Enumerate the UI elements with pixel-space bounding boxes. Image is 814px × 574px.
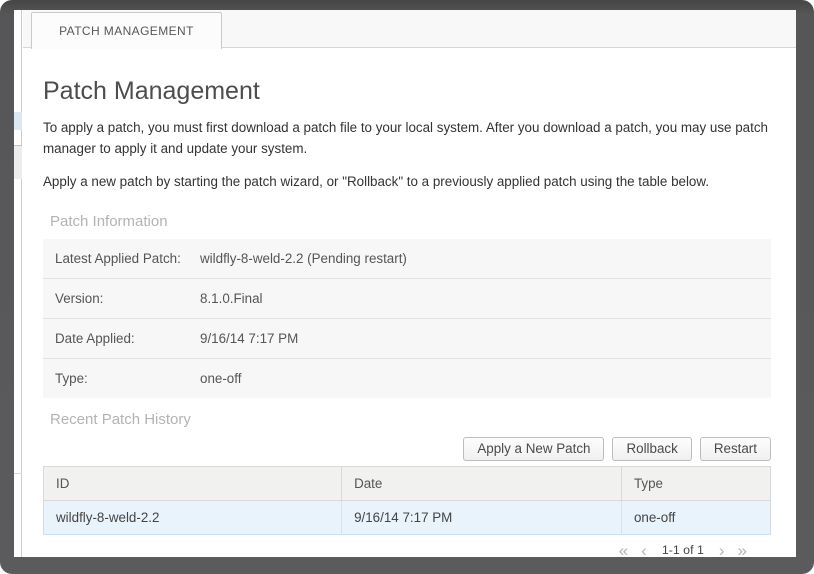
cell-id[interactable]: wildfly-8-weld-2.2	[43, 500, 343, 535]
cell-type[interactable]: one-off	[621, 500, 771, 535]
intro-paragraph-2: Apply a new patch by starting the patch …	[43, 174, 710, 190]
main-content: Patch Management To apply a patch, you m…	[43, 49, 771, 559]
info-row-version: Version: 8.1.0.Final	[43, 277, 771, 318]
section-heading-patch-information: Patch Information	[50, 212, 168, 230]
pagination: « ‹ 1-1 of 1 › »	[43, 542, 747, 559]
column-header-id: ID	[43, 466, 343, 501]
info-label: Date Applied:	[55, 330, 135, 346]
info-row-latest-applied-patch: Latest Applied Patch: wildfly-8-weld-2.2…	[43, 239, 771, 278]
pagination-last-icon[interactable]: »	[738, 542, 747, 559]
patch-management-window: PATCH MANAGEMENT Patch Management To app…	[14, 10, 796, 559]
column-header-date: Date	[341, 466, 622, 501]
table-row[interactable]: wildfly-8-weld-2.2 9/16/14 7:17 PM one-o…	[43, 500, 771, 535]
restart-button[interactable]: Restart	[699, 436, 771, 461]
sliver-highlight-segment	[14, 112, 22, 130]
section-heading-recent-patch-history: Recent Patch History	[50, 410, 191, 428]
info-row-type: Type: one-off	[43, 357, 771, 398]
intro-paragraph-1: To apply a patch, you must first downloa…	[43, 120, 768, 157]
patch-history-table: ID Date Type wildfly-8-weld-2.2 9/16/14 …	[43, 465, 771, 535]
pagination-count-label: 1-1 of 1	[661, 543, 704, 558]
tab-patch-management[interactable]: PATCH MANAGEMENT	[31, 12, 222, 49]
info-label: Latest Applied Patch:	[55, 250, 181, 266]
pagination-prev-icon[interactable]: ‹	[641, 542, 647, 559]
sliver-gray-segment	[14, 146, 22, 179]
cell-date[interactable]: 9/16/14 7:17 PM	[341, 500, 622, 535]
apply-new-patch-button[interactable]: Apply a New Patch	[463, 436, 605, 461]
column-header-type: Type	[621, 466, 771, 501]
sliver-divider	[14, 473, 22, 474]
background-page-sliver	[14, 10, 22, 557]
history-toolbar: Apply a New Patch Rollback Restart	[43, 436, 771, 461]
info-value: one-off	[200, 370, 242, 386]
info-label: Version:	[55, 290, 104, 306]
info-value: 8.1.0.Final	[200, 290, 263, 306]
info-value: wildfly-8-weld-2.2 (Pending restart)	[200, 250, 407, 266]
patch-information-panel: Latest Applied Patch: wildfly-8-weld-2.2…	[43, 238, 771, 398]
page-title: Patch Management	[43, 77, 260, 105]
rollback-button[interactable]: Rollback	[612, 436, 692, 461]
info-value: 9/16/14 7:17 PM	[200, 330, 299, 346]
tab-patch-management-label: PATCH MANAGEMENT	[59, 24, 194, 38]
info-label: Type:	[55, 370, 88, 386]
info-row-date-applied: Date Applied: 9/16/14 7:17 PM	[43, 317, 771, 358]
pagination-next-icon[interactable]: ›	[719, 542, 725, 559]
pagination-first-icon[interactable]: «	[619, 542, 628, 559]
table-header-row: ID Date Type	[43, 466, 771, 501]
